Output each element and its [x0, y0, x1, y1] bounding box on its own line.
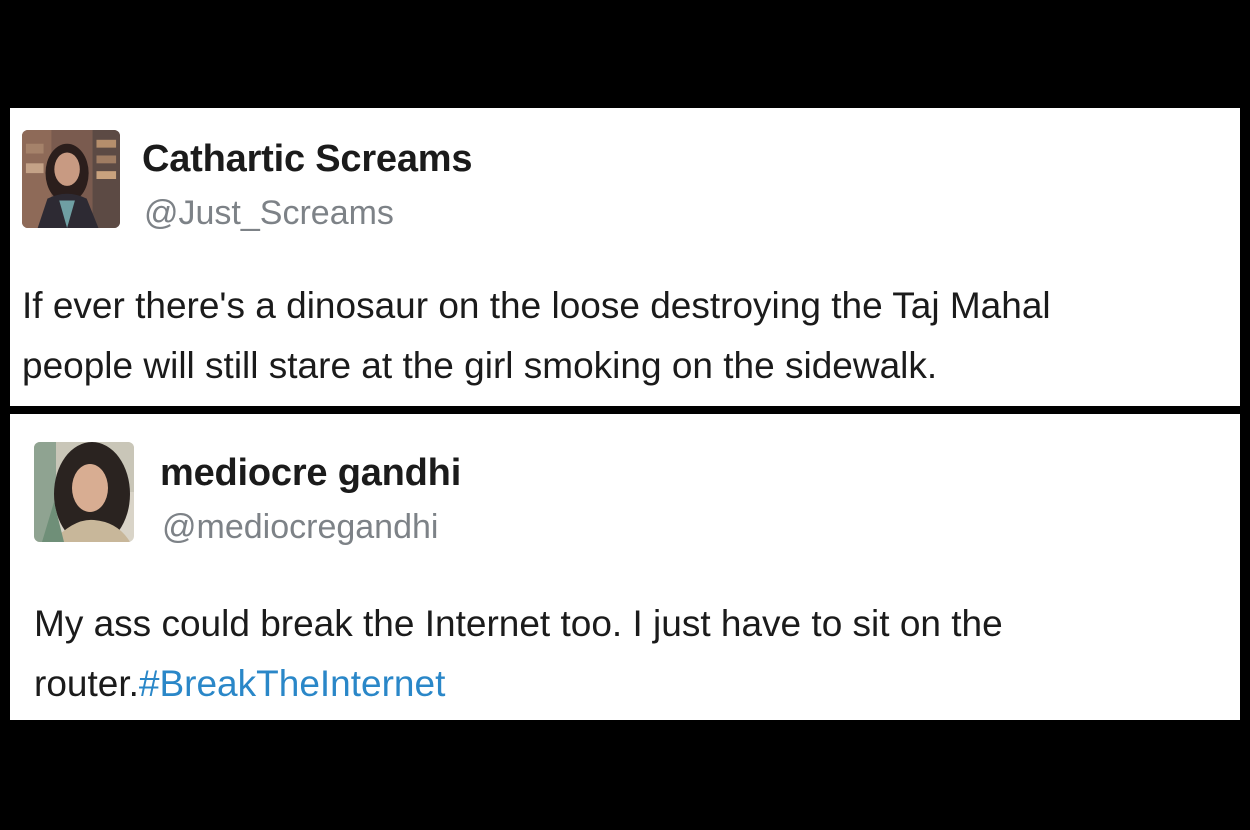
- avatar-photo: [34, 442, 134, 542]
- avatar-photo: [22, 130, 120, 228]
- avatar[interactable]: [34, 442, 134, 542]
- user-handle[interactable]: @Just_Screams: [144, 194, 394, 233]
- tweet-text-segment: router.: [34, 663, 139, 704]
- display-name[interactable]: Cathartic Screams: [142, 138, 473, 181]
- avatar[interactable]: [22, 130, 120, 228]
- hashtag-link[interactable]: #BreakTheInternet: [139, 663, 445, 704]
- tweet-card: Cathartic Screams @Just_Screams If ever …: [10, 108, 1240, 406]
- tweet-text-line: My ass could break the Internet too. I j…: [34, 603, 1003, 644]
- user-handle[interactable]: @mediocregandhi: [162, 508, 438, 547]
- tweet-text-line: router.#BreakTheInternet: [34, 654, 1003, 714]
- display-name[interactable]: mediocre gandhi: [160, 452, 461, 495]
- tweet-text-line: people will still stare at the girl smok…: [22, 345, 938, 386]
- tweet-card: mediocre gandhi @mediocregandhi My ass c…: [10, 414, 1240, 720]
- tweet-text: If ever there's a dinosaur on the loose …: [22, 276, 1051, 396]
- tweet-text-line: If ever there's a dinosaur on the loose …: [22, 285, 1051, 326]
- tweet-text: My ass could break the Internet too. I j…: [34, 594, 1003, 714]
